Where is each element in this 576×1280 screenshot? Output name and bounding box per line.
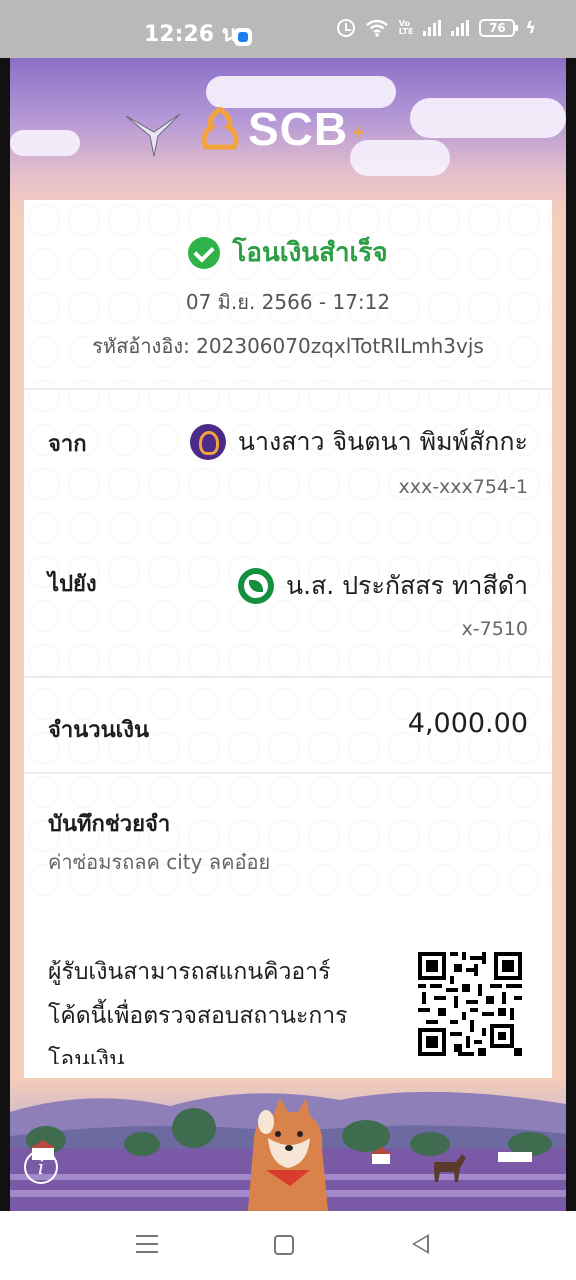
kbank-bank-icon (238, 568, 274, 604)
menu-icon[interactable] (136, 1235, 158, 1255)
cloud-decoration (350, 140, 450, 176)
scb-logo: SCB (200, 102, 348, 156)
brand-plus: + (352, 120, 365, 145)
sender-name: นางสาว จินตนา พิมพ์สักกะ (237, 427, 528, 456)
signal-icon-1 (423, 19, 442, 36)
status-text: โอนเงินสำเร็จ (232, 238, 388, 268)
back-icon[interactable] (412, 1234, 429, 1254)
cloud-decoration (410, 98, 566, 138)
charging-icon: ϟ (525, 18, 536, 37)
reference-code: รหัสอ้างอิง: 202306070zqxlTotRILmh3vjs (92, 334, 484, 358)
status-bar: 12:26 น. Vo LTE 76 ϟ (0, 0, 576, 58)
landscape-art (10, 1091, 566, 1211)
wifi-icon (365, 19, 388, 37)
recipient-row: น.ส. ประกัสสร ทาสีดำ (238, 566, 528, 606)
signal-icon-2 (451, 19, 470, 36)
transaction-datetime: 07 มิ.ย. 2566 - 17:12 (185, 290, 391, 314)
alarm-icon (336, 18, 355, 37)
sender-row: นางสาว จินตนา พิมพ์สักกะ (189, 422, 528, 462)
receipt-card: โอนเงินสำเร็จ 07 มิ.ย. 2566 - 17:12 รหัส… (24, 200, 552, 1078)
screen-edge-right (566, 58, 576, 1211)
divider (24, 388, 552, 390)
landscape-illustration (10, 1078, 566, 1211)
home-icon[interactable] (274, 1235, 294, 1255)
status-time: 12:26 น. (144, 22, 246, 47)
divider (24, 676, 552, 678)
sender-account: xxx-xxx754-1 (398, 476, 528, 498)
amount-label: จำนวนเงิน (48, 718, 149, 743)
to-label: ไปยัง (48, 572, 97, 597)
memo-value: ค่าซ่อมรถลค city ลคอ๋อย (48, 850, 271, 874)
system-nav-bar (0, 1211, 576, 1280)
recipient-name: น.ส. ประกัสสร ทาสีดำ (286, 571, 528, 600)
recipient-account: x-7510 (461, 618, 528, 640)
check-circle-icon (188, 236, 221, 269)
bird-decoration (125, 113, 181, 157)
memo-label: บันทึกช่วยจำ (48, 812, 171, 837)
brand-name: SCB (248, 103, 349, 155)
transfer-status: โอนเงินสำเร็จ (24, 232, 552, 273)
info-icon[interactable]: i (24, 1150, 58, 1184)
scb-logo-icon (201, 107, 239, 150)
app-notification-icon (234, 28, 252, 46)
amount-value: 4,000.00 (407, 708, 528, 739)
battery-icon: 76 (479, 18, 519, 37)
from-label: จาก (48, 432, 87, 457)
qr-section: ผู้รับเงินสามารถสแกนคิวอาร์ โค้ดนี้เพื่อ… (24, 908, 552, 1078)
divider (24, 772, 552, 774)
volte-icon: Vo LTE (398, 18, 414, 36)
app-screen: SCB + โอนเงินสำเร็จ 07 มิ.ย. 2566 - 17:1… (10, 58, 566, 1211)
qr-instruction-line: ผู้รับเงินสามารถสแกนคิวอาร์ (48, 959, 331, 985)
qr-instruction: ผู้รับเงินสามารถสแกนคิวอาร์ โค้ดนี้เพื่อ… (48, 950, 378, 1078)
cloud-decoration (10, 130, 80, 156)
scb-bank-icon (189, 424, 226, 460)
qr-code[interactable] (418, 952, 522, 1056)
status-icons: Vo LTE 76 ϟ (336, 18, 536, 37)
qr-instruction-line: โค้ดนี้เพื่อตรวจสอบสถานะการ (48, 1003, 348, 1029)
screen-edge-left (0, 58, 10, 1211)
